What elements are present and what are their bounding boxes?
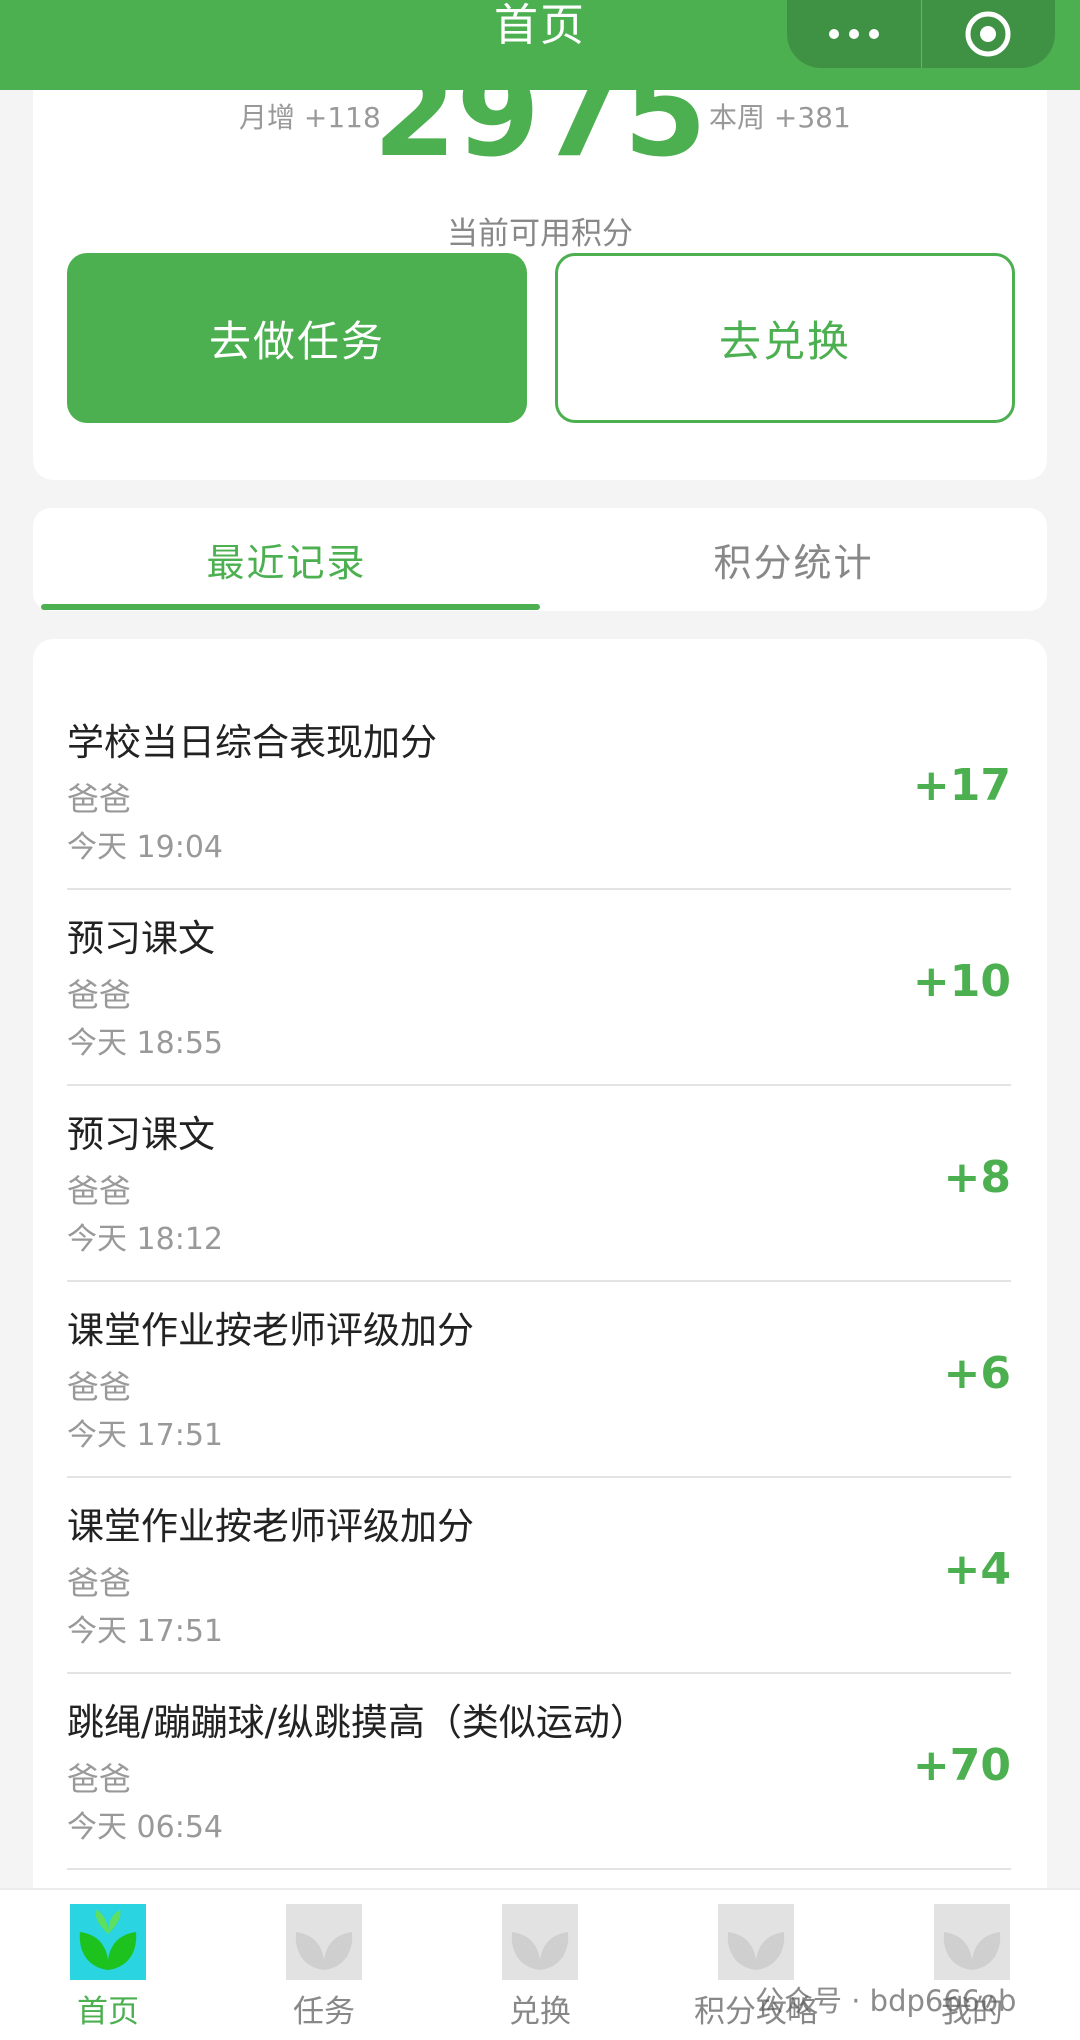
record-author: 爸爸 xyxy=(67,1760,132,1798)
list-item[interactable]: 课堂作业按老师评级加分 爸爸 今天 17:51 +4 xyxy=(67,1478,1011,1674)
record-points: +10 xyxy=(912,956,1011,1007)
record-time: 今天 17:51 xyxy=(67,1418,223,1453)
list-item[interactable]: 预习课文 爸爸 今天 18:12 +8 xyxy=(67,1086,1011,1282)
more-dot-icon xyxy=(828,29,839,39)
record-time: 今天 19:04 xyxy=(67,830,223,865)
record-time: 今天 18:55 xyxy=(67,1026,223,1061)
close-mini-program-button[interactable] xyxy=(922,0,1056,68)
active-tab-indicator xyxy=(41,604,540,610)
record-title: 课堂作业按老师评级加分 xyxy=(67,1309,474,1352)
record-author: 爸爸 xyxy=(67,1368,132,1406)
record-points: +8 xyxy=(943,1152,1011,1203)
list-item[interactable]: 跳绳/蹦蹦球/纵跳摸高（类似运动） 爸爸 今天 06:54 +70 xyxy=(67,1674,1011,1870)
nav-item-home[interactable]: 首页 xyxy=(0,1904,216,2034)
record-points: +70 xyxy=(912,1740,1011,1791)
record-time: 今天 06:54 xyxy=(67,1810,223,1845)
nav-label: 首页 xyxy=(77,1994,139,2030)
exchange-button[interactable]: 去兑换 xyxy=(555,253,1015,423)
sprout-icon xyxy=(718,1904,794,1980)
record-points: +4 xyxy=(943,1544,1011,1595)
record-title: 预习课文 xyxy=(67,917,215,960)
record-points: +17 xyxy=(912,760,1011,811)
current-points-label: 当前可用积分 xyxy=(447,216,633,252)
list-item[interactable]: 学校当日综合表现加分 爸爸 今天 19:04 +17 xyxy=(67,694,1011,890)
record-title: 预习课文 xyxy=(67,1113,215,1156)
target-icon xyxy=(965,11,1011,57)
record-time: 今天 18:12 xyxy=(67,1222,223,1257)
more-dot-icon xyxy=(868,29,879,39)
nav-item-exchange[interactable]: 兑换 xyxy=(432,1904,648,2034)
record-time: 今天 17:51 xyxy=(67,1614,223,1649)
list-item[interactable]: 预习课文 爸爸 今天 18:55 +10 xyxy=(67,890,1011,1086)
record-author: 爸爸 xyxy=(67,780,132,818)
sprout-icon xyxy=(502,1904,578,1980)
top-bar: 首页 xyxy=(0,0,1080,90)
do-task-button[interactable]: 去做任务 xyxy=(67,253,527,423)
record-author: 爸爸 xyxy=(67,976,132,1014)
mini-program-capsule xyxy=(787,0,1055,68)
more-menu-button[interactable] xyxy=(787,0,922,68)
tab-points-stats[interactable]: 积分统计 xyxy=(540,508,1047,611)
tab-recent-records[interactable]: 最近记录 xyxy=(33,508,540,611)
points-summary-card: 月增 +118 本周 +381 2975 当前可用积分 去做任务 去兑换 xyxy=(33,40,1047,480)
list-item[interactable]: 课堂作业按老师评级加分 爸爸 今天 17:51 +6 xyxy=(67,1282,1011,1478)
record-title: 跳绳/蹦蹦球/纵跳摸高（类似运动） xyxy=(67,1701,647,1744)
record-author: 爸爸 xyxy=(67,1564,132,1602)
record-title: 课堂作业按老师评级加分 xyxy=(67,1505,474,1548)
record-author: 爸爸 xyxy=(67,1172,132,1210)
sprout-icon xyxy=(934,1904,1010,1980)
nav-item-tasks[interactable]: 任务 xyxy=(216,1904,432,2034)
record-tabs: 最近记录 积分统计 xyxy=(33,508,1047,611)
record-title: 学校当日综合表现加分 xyxy=(67,721,437,764)
nav-label: 兑换 xyxy=(509,1994,571,2030)
nav-label: 任务 xyxy=(293,1994,355,2030)
records-list: 学校当日综合表现加分 爸爸 今天 19:04 +17 预习课文 爸爸 今天 18… xyxy=(33,639,1047,1899)
watermark: 公众号 · bdp666ob xyxy=(755,1984,1017,2018)
sprout-icon xyxy=(286,1904,362,1980)
record-points: +6 xyxy=(943,1348,1011,1399)
sprout-icon xyxy=(70,1904,146,1980)
more-dot-icon xyxy=(848,29,859,39)
